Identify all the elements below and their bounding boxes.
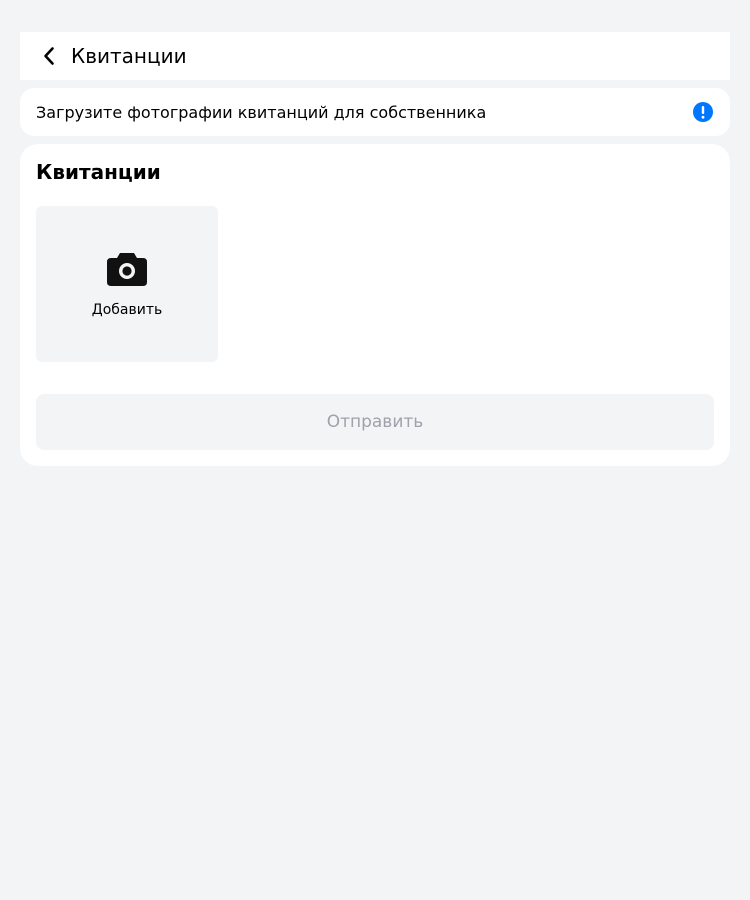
receipts-card: Квитанции Добавить Отправить [20, 144, 730, 466]
notice-banner: Загрузите фотографии квитанций для собст… [20, 88, 730, 136]
back-button[interactable] [34, 41, 64, 71]
info-icon[interactable] [692, 101, 714, 123]
camera-icon [106, 249, 148, 289]
header-bar: Квитанции [20, 32, 730, 80]
page-title: Квитанции [71, 44, 187, 68]
section-title: Квитанции [36, 160, 161, 184]
chevron-left-icon [42, 46, 56, 66]
notice-text: Загрузите фотографии квитанций для собст… [36, 102, 487, 122]
submit-button[interactable]: Отправить [36, 394, 714, 450]
add-photo-button[interactable]: Добавить [36, 206, 218, 362]
add-photo-label: Добавить [91, 302, 163, 318]
